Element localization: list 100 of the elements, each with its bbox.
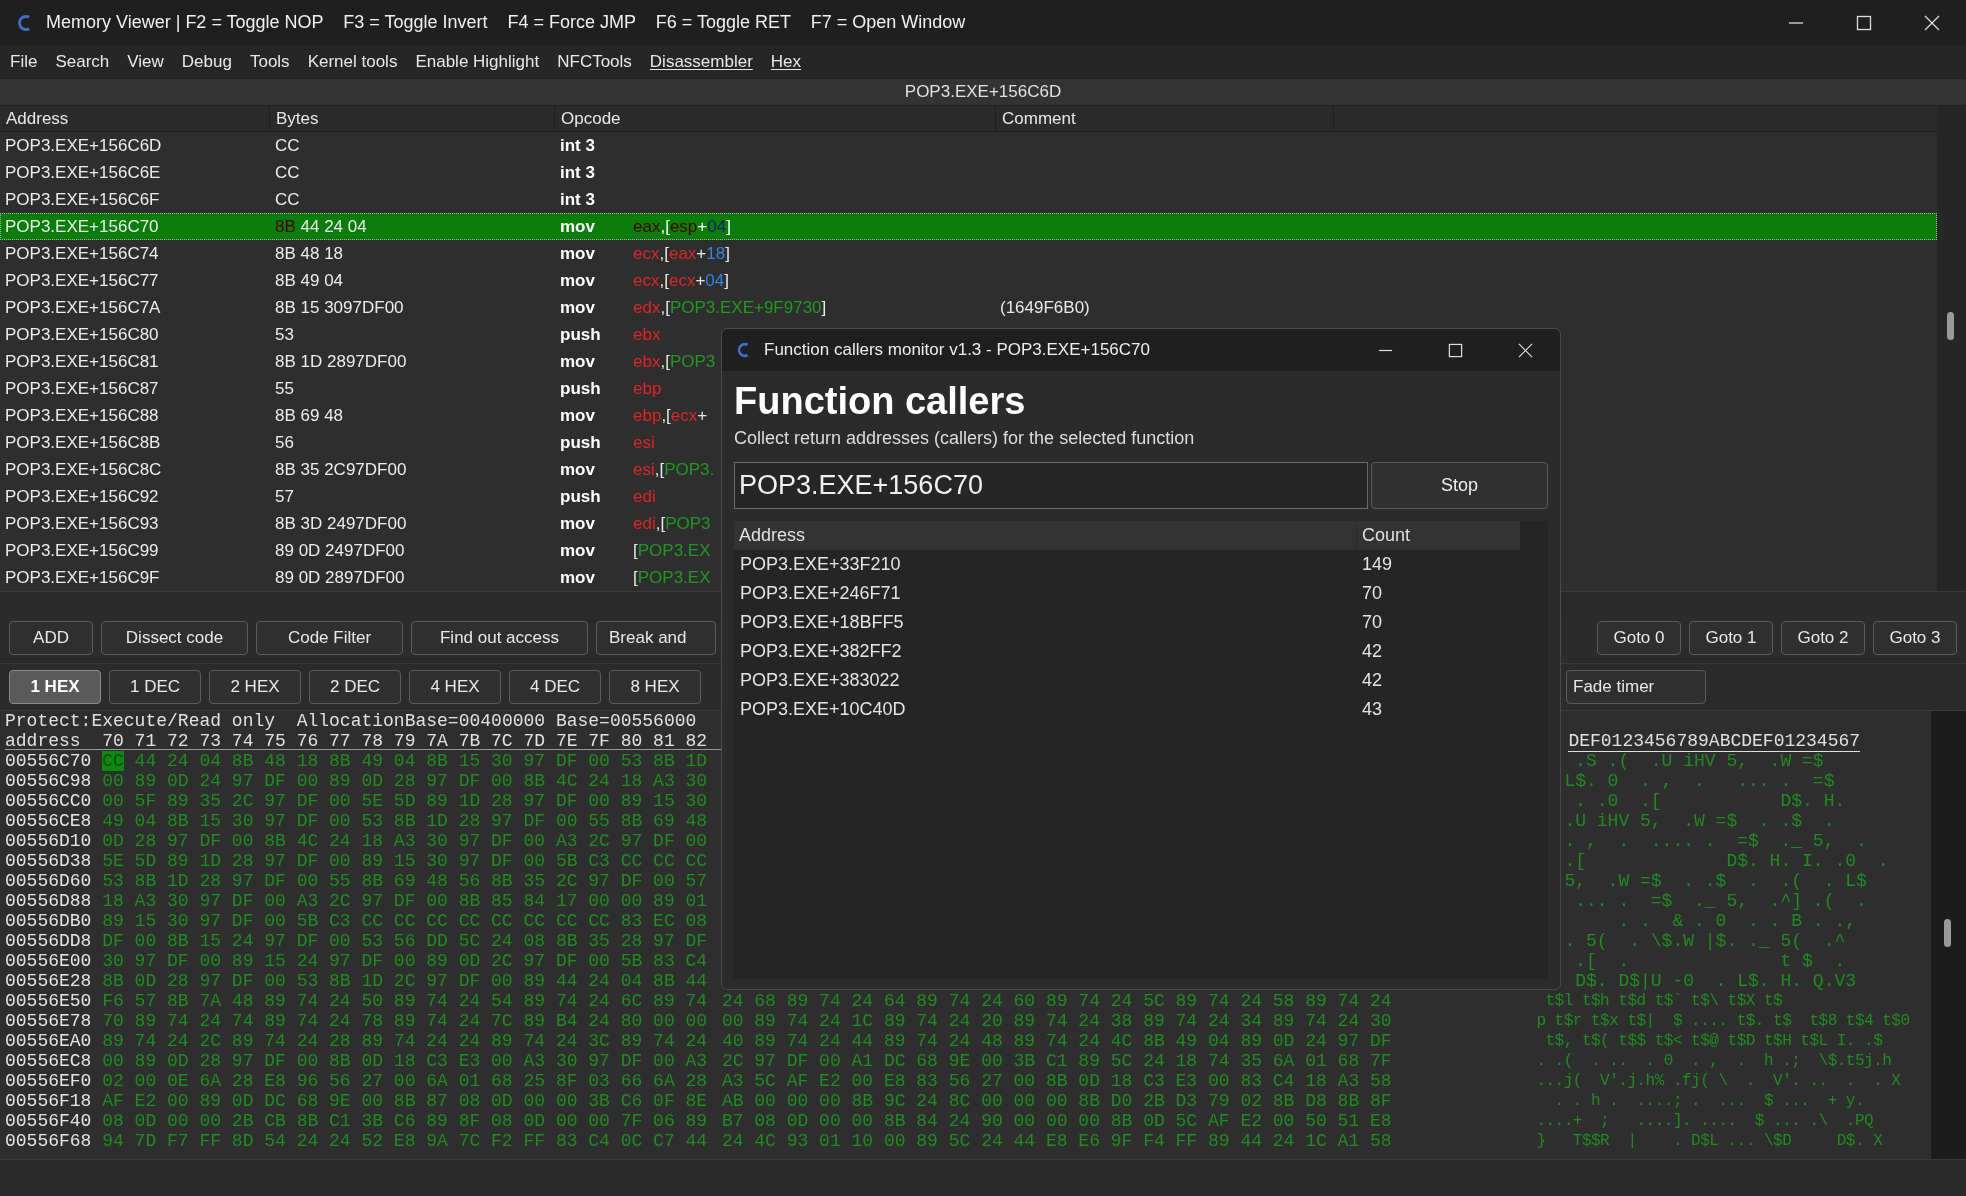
menu-item[interactable]: Debug: [175, 48, 238, 75]
opcode-cell: mov: [560, 270, 595, 290]
display-tab[interactable]: 1 DEC: [109, 670, 201, 704]
hex-address: 00556F40: [5, 1111, 92, 1131]
display-tab[interactable]: 1 HEX: [9, 670, 101, 704]
menu-item[interactable]: NFCTools: [551, 48, 638, 75]
dialog-title: Function callers monitor v1.3 - POP3.EXE+156C70: [764, 339, 1150, 362]
column-header[interactable]: Address: [6, 105, 69, 132]
hex-ascii: . , . .... . =$ ._ 5, .: [1564, 831, 1867, 851]
maximize-icon[interactable]: [1448, 342, 1463, 358]
hex-ascii: .S .( .U iHV 5, .W =$: [1574, 751, 1824, 771]
operand-cell: edi: [633, 486, 656, 506]
menu-item[interactable]: Disassembler: [643, 48, 759, 75]
bytes-cell: CC: [275, 162, 300, 182]
address-input[interactable]: POP3.EXE+156C70: [734, 462, 1368, 509]
menu-item[interactable]: Hex: [764, 48, 808, 75]
hex-address: 00556C70: [5, 751, 92, 771]
hex-ascii: . 5( . \$.W |$. ._ 5( .^: [1564, 931, 1846, 951]
hex-ascii: t$, t$( t$$ t$< t$@ t$D t$H t$L I. .$: [1544, 1032, 1883, 1050]
toolbar-button[interactable]: Find out access: [411, 621, 588, 655]
menu-item[interactable]: Kernel tools: [301, 48, 404, 75]
toolbar-button[interactable]: ADD: [9, 621, 93, 655]
address-label: POP3.EXE+156C6D: [904, 81, 1062, 104]
caller-count: 43: [1362, 699, 1383, 719]
hex-bytes: 02 00 0E 6A 28 E8 96 56 27 00 6A 01 68 25 8F 03 66 6A 28: [102, 1071, 708, 1091]
column-header[interactable]: Bytes: [276, 105, 319, 132]
scrollbar-thumb[interactable]: [1947, 312, 1954, 340]
bytes-cell: 8B 1D 2897DF00: [275, 351, 407, 371]
hex-ascii: . .( . .. . 0 . , . h .; \$.t5j.h: [1536, 1052, 1892, 1070]
address-cell: POP3.EXE+156C93: [5, 513, 159, 533]
display-tab[interactable]: 2 HEX: [209, 670, 301, 704]
goto-button[interactable]: Goto 0: [1597, 621, 1681, 655]
goto-button[interactable]: Goto 2: [1781, 621, 1865, 655]
bytes-cell: 8B 49 04: [275, 270, 344, 290]
opcode-cell: push: [560, 486, 601, 506]
hex-bytes: 5E 5D 89 1D 28 97 DF 00 89 15 30 97 DF 00 5B C3 CC CC CC: [102, 851, 708, 871]
hex-bytes: 0D 28 97 DF 00 8B 4C 24 18 A3 30 97 DF 00 A3 2C 97 DF 00: [102, 831, 708, 851]
fade-timer-button[interactable]: Fade timer: [1566, 670, 1706, 704]
opcode-cell: mov: [560, 567, 595, 587]
dialog-heading: Function callers: [734, 379, 1027, 423]
display-tab[interactable]: 4 DEC: [509, 670, 601, 704]
toolbar-button[interactable]: Break and: [596, 621, 716, 655]
goto-button[interactable]: Goto 1: [1689, 621, 1773, 655]
hex-bytes: F6 57 8B 7A 48 89 74 24 50 89 74 24 54 89 74 24 6C 89 74: [102, 991, 708, 1011]
address-cell: POP3.EXE+156C87: [5, 378, 159, 398]
toolbar-button[interactable]: Code Filter: [256, 621, 403, 655]
display-tab[interactable]: 8 HEX: [609, 670, 701, 704]
operand-cell: edx,[POP3.EXE+9F9730]: [633, 297, 827, 317]
bytes-cell: 53: [275, 324, 294, 344]
hex-bytes: 53 8B 1D 28 97 DF 00 55 8B 69 48 56 8B 35 2C 97 DF 00 57: [102, 871, 708, 891]
hex-address: 00556D60: [5, 871, 92, 891]
operand-cell: [POP3.EX: [633, 567, 711, 587]
stop-button[interactable]: Stop: [1371, 462, 1548, 509]
opcode-cell: mov: [560, 243, 595, 263]
hex-bytes: 89 15 30 97 DF 00 5B C3 CC CC CC CC CC CC CC CC 83 EC 08: [102, 911, 708, 931]
maximize-icon[interactable]: [1856, 14, 1872, 31]
column-header[interactable]: Count: [1362, 522, 1411, 549]
address-cell: POP3.EXE+156C92: [5, 486, 159, 506]
hex-ascii: .U iHV 5, .W =$ . .$ .: [1564, 811, 1835, 831]
address-cell: POP3.EXE+156C7A: [5, 297, 161, 317]
hex-bytes: 18 A3 30 97 DF 00 A3 2C 97 DF 00 8B 85 84 17 00 00 89 01: [102, 891, 708, 911]
bytes-cell: 55: [275, 378, 294, 398]
opcode-cell: push: [560, 324, 601, 344]
column-header[interactable]: Opcode: [561, 105, 621, 132]
selected-row[interactable]: POP3.EXE+156C70 8B 44 24 04 mov eax,[esp+04]: [0, 213, 1937, 240]
vertical-scrollbar[interactable]: [1937, 106, 1966, 591]
column-header[interactable]: Comment: [1002, 105, 1076, 132]
menu-item[interactable]: Search: [49, 48, 116, 75]
bytes-cell: 89 0D 2897DF00: [275, 567, 405, 587]
toolbar-button[interactable]: Dissect code: [101, 621, 248, 655]
menu-item[interactable]: File: [4, 48, 44, 75]
menu-item[interactable]: View: [121, 48, 170, 75]
hex-bytes: 30 97 DF 00 89 15 24 97 DF 00 89 0D 2C 97 DF 00 5B 83 C4: [102, 951, 708, 971]
hex-ascii: . .0 .[ D$. H.: [1574, 791, 1846, 811]
caller-address: POP3.EXE+383022: [740, 670, 900, 690]
operand-cell: ebx: [633, 324, 661, 344]
operand-cell: ebp,[ecx+: [633, 405, 708, 425]
scrollbar-thumb[interactable]: [1944, 919, 1951, 947]
bytes-cell: 8B 35 2C97DF00: [275, 459, 407, 479]
goto-button[interactable]: Goto 3: [1873, 621, 1957, 655]
close-icon[interactable]: [1924, 14, 1940, 31]
display-tab[interactable]: 2 DEC: [309, 670, 401, 704]
operand-cell: ebx,[POP3: [633, 351, 716, 371]
close-icon[interactable]: [1518, 342, 1533, 358]
hex-address: 00556EC8: [5, 1051, 92, 1071]
address-cell: POP3.EXE+156C9F: [5, 567, 160, 587]
vertical-scrollbar[interactable]: [1931, 711, 1966, 1159]
hex-bytes: 00 89 0D 28 97 DF 00 8B 0D 18 C3 E3 00 A3 30 97 DF 00 A3: [102, 1051, 708, 1071]
column-header[interactable]: Address: [739, 522, 806, 549]
menu-item[interactable]: Tools: [243, 48, 296, 75]
hex-bytes: 8B 0D 28 97 DF 00 53 8B 1D 2C 97 DF 00 89 44 24 04 8B 44: [102, 971, 708, 991]
hex-ascii: L$. 0 . , . ... . =$: [1564, 771, 1835, 791]
menu-item[interactable]: Enable Highlight: [409, 48, 546, 75]
opcode-cell: push: [560, 378, 601, 398]
address-cell: POP3.EXE+156C88: [5, 405, 159, 425]
hex-ascii: . . h . ....; . ... $ ... + y.: [1553, 1092, 1865, 1110]
hex-ascii: . . & . 0 . . B . .,: [1617, 911, 1857, 931]
address-cell: POP3.EXE+156C74: [5, 243, 159, 263]
display-tab[interactable]: 4 HEX: [409, 670, 501, 704]
hex-bytes: 24 4C 93 01 10 00 89 5C 24 44 E8 E6 9F F4 FF 89 44 24 1C A1 58: [721, 1131, 1392, 1151]
